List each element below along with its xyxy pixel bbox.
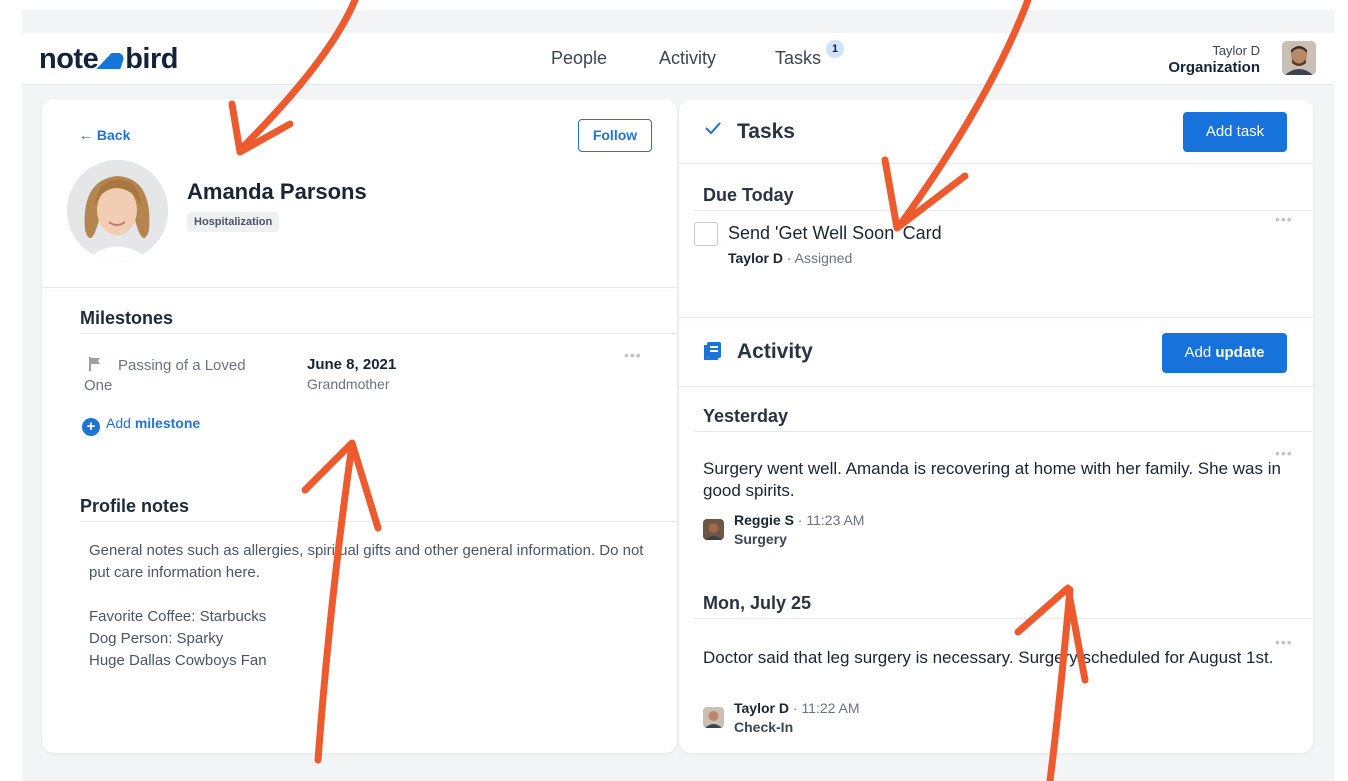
task-checkbox[interactable] [694, 222, 718, 246]
activity-group-label: Yesterday [703, 406, 789, 426]
add-milestone-link[interactable]: + Add milestone [82, 415, 200, 436]
group-divider [694, 431, 1313, 432]
activity-group-label: Mon, July 25 [703, 593, 812, 613]
notes-line: General notes such as allergies, spiritu… [89, 542, 648, 581]
notes-line: Dog Person: Sparky [89, 630, 224, 647]
nav-activity[interactable]: Activity [659, 48, 716, 69]
add-task-button[interactable]: Add task [1183, 112, 1287, 152]
milestone-more-icon[interactable]: ••• [624, 347, 642, 363]
profile-name: Amanda Parsons [187, 179, 367, 204]
logo-text-left: note [39, 43, 99, 75]
milestone-relation: Grandmother [307, 376, 390, 392]
profile-avatar [67, 160, 168, 261]
nav-people[interactable]: People [551, 48, 607, 69]
header-divider [42, 287, 677, 288]
activity-document-icon [704, 342, 721, 360]
notes-line: Huge Dallas Cowboys Fan [89, 652, 267, 669]
top-navigation-bar: note bird People Activity Tasks 1 Taylor … [22, 33, 1334, 85]
activity-type: Check-In [734, 719, 794, 735]
user-organization[interactable]: Organization [1168, 59, 1260, 76]
group-divider [694, 618, 1313, 619]
task-title[interactable]: Send 'Get Well Soon' Card [728, 223, 942, 244]
nav-tasks[interactable]: Tasks [775, 48, 821, 69]
notes-line: Favorite Coffee: Starbucks [89, 608, 267, 625]
profile-card: ← Back Follow Amanda Parsons Hospitaliza… [42, 99, 677, 753]
follow-button[interactable]: Follow [578, 119, 652, 152]
logo-text-right: bird [125, 43, 178, 75]
tasks-header-divider [679, 163, 1313, 164]
activity-entry-text[interactable]: Surgery went well. Amanda is recovering … [703, 458, 1293, 502]
status-tag[interactable]: Hospitalization [187, 212, 280, 232]
activity-title: Activity [737, 340, 813, 363]
profile-notes-body[interactable]: General notes such as allergies, spiritu… [89, 540, 659, 672]
task-meta: Taylor D · Assigned [728, 250, 853, 266]
back-link[interactable]: ← Back [79, 127, 130, 143]
activity-type: Surgery [734, 531, 787, 547]
author-avatar [703, 519, 724, 540]
tasks-title: Tasks [737, 120, 795, 143]
tasks-count-badge: 1 [826, 40, 844, 58]
milestone-date: June 8, 2021 [307, 356, 397, 373]
due-today-label: Due Today [703, 185, 794, 205]
tasks-activity-card: Tasks Add task Due Today Send 'Get Well … [679, 99, 1313, 753]
author-avatar [703, 707, 724, 728]
activity-author: Reggie S · 11:23 AM [734, 512, 865, 528]
due-today-divider [694, 210, 1313, 211]
arrow-left-icon: ← [79, 127, 93, 143]
plus-circle-icon: + [82, 418, 100, 436]
notebird-logo[interactable]: note bird [39, 43, 178, 76]
activity-section-divider [679, 317, 1313, 318]
activity-entry-text[interactable]: Doctor said that leg surgery is necessar… [703, 647, 1293, 669]
activity-header-divider [679, 386, 1313, 387]
activity-author: Taylor D · 11:22 AM [734, 700, 860, 716]
bird-wing-icon [96, 53, 126, 69]
milestones-title: Milestones [80, 308, 174, 328]
notes-divider [80, 521, 677, 522]
profile-notes-title: Profile notes [80, 496, 190, 516]
checkmark-icon [705, 122, 721, 135]
user-avatar[interactable] [1282, 41, 1316, 75]
milestones-divider [80, 333, 677, 334]
user-name[interactable]: Taylor D [1212, 43, 1260, 58]
milestone-type: Passing of a Loved One [84, 357, 246, 394]
task-more-icon[interactable]: ••• [1275, 211, 1293, 227]
add-update-button[interactable]: Add update [1162, 333, 1287, 373]
